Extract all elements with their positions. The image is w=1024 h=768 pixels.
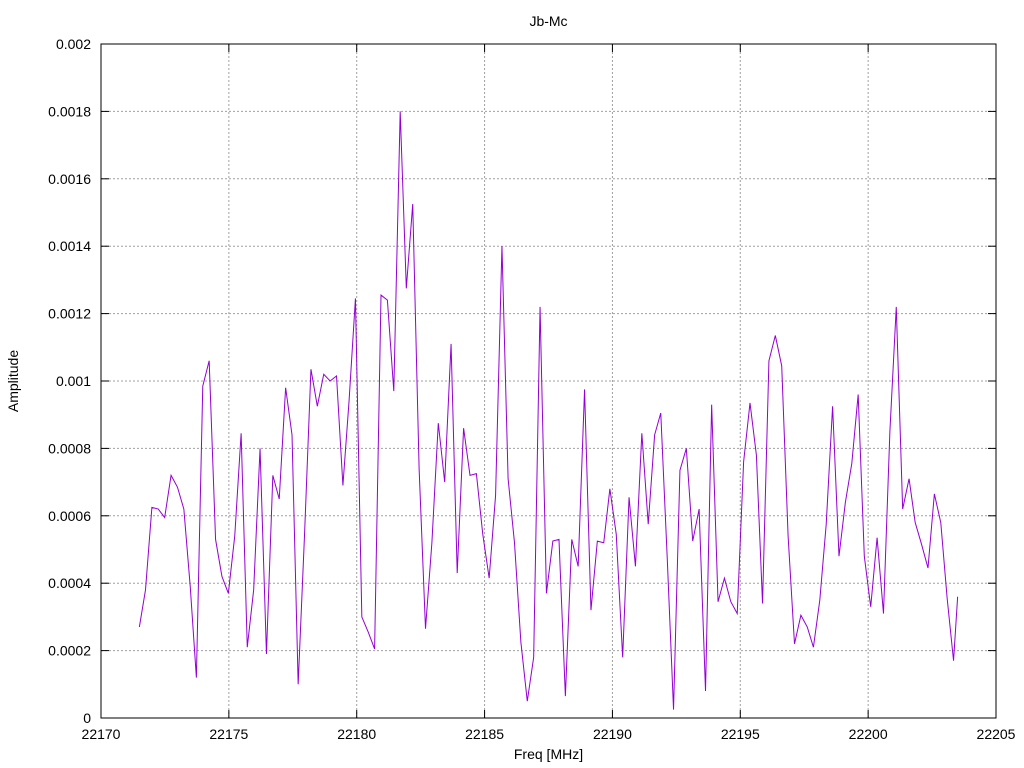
x-tick-label: 22185	[465, 726, 504, 742]
x-tick-label: 22180	[337, 726, 376, 742]
x-tick-labels: 22170 22175 22180 22185 22190 22195 22200 22205	[82, 726, 1016, 742]
grid	[101, 44, 996, 718]
y-tick-label: 0.0018	[48, 103, 91, 119]
x-tick-label: 22175	[209, 726, 248, 742]
y-tick-label: 0.0006	[48, 508, 91, 524]
x-tick-label: 22170	[82, 726, 121, 742]
x-tick-label: 22205	[977, 726, 1016, 742]
series-line	[138, 111, 959, 710]
x-axis-label: Freq [MHz]	[514, 746, 583, 762]
x-tick-label: 22200	[849, 726, 888, 742]
x-tick-label: 22195	[721, 726, 760, 742]
y-tick-label: 0.0014	[48, 238, 91, 254]
series-group	[138, 111, 959, 710]
y-tick-label: 0	[83, 710, 91, 726]
chart: 22170 22175 22180 22185 22190 22195 22200 22205…	[5, 13, 1016, 762]
y-tick-label: 0.0004	[48, 575, 91, 591]
y-tick-label: 0.0002	[48, 643, 91, 659]
y-tick-label: 0.0012	[48, 306, 91, 322]
y-tick-label: 0.0016	[48, 171, 91, 187]
y-axis-label: Amplitude	[5, 350, 21, 412]
y-tick-label: 0.0008	[48, 440, 91, 456]
x-tick-label: 22190	[593, 726, 632, 742]
y-tick-labels: 0 0.0002 0.0004 0.0006 0.0008 0.001 0.0012 0.00…	[48, 36, 91, 726]
chart-title: Jb-Mc	[529, 13, 567, 29]
y-tick-label: 0.001	[56, 373, 91, 389]
y-tick-label: 0.002	[56, 36, 91, 52]
